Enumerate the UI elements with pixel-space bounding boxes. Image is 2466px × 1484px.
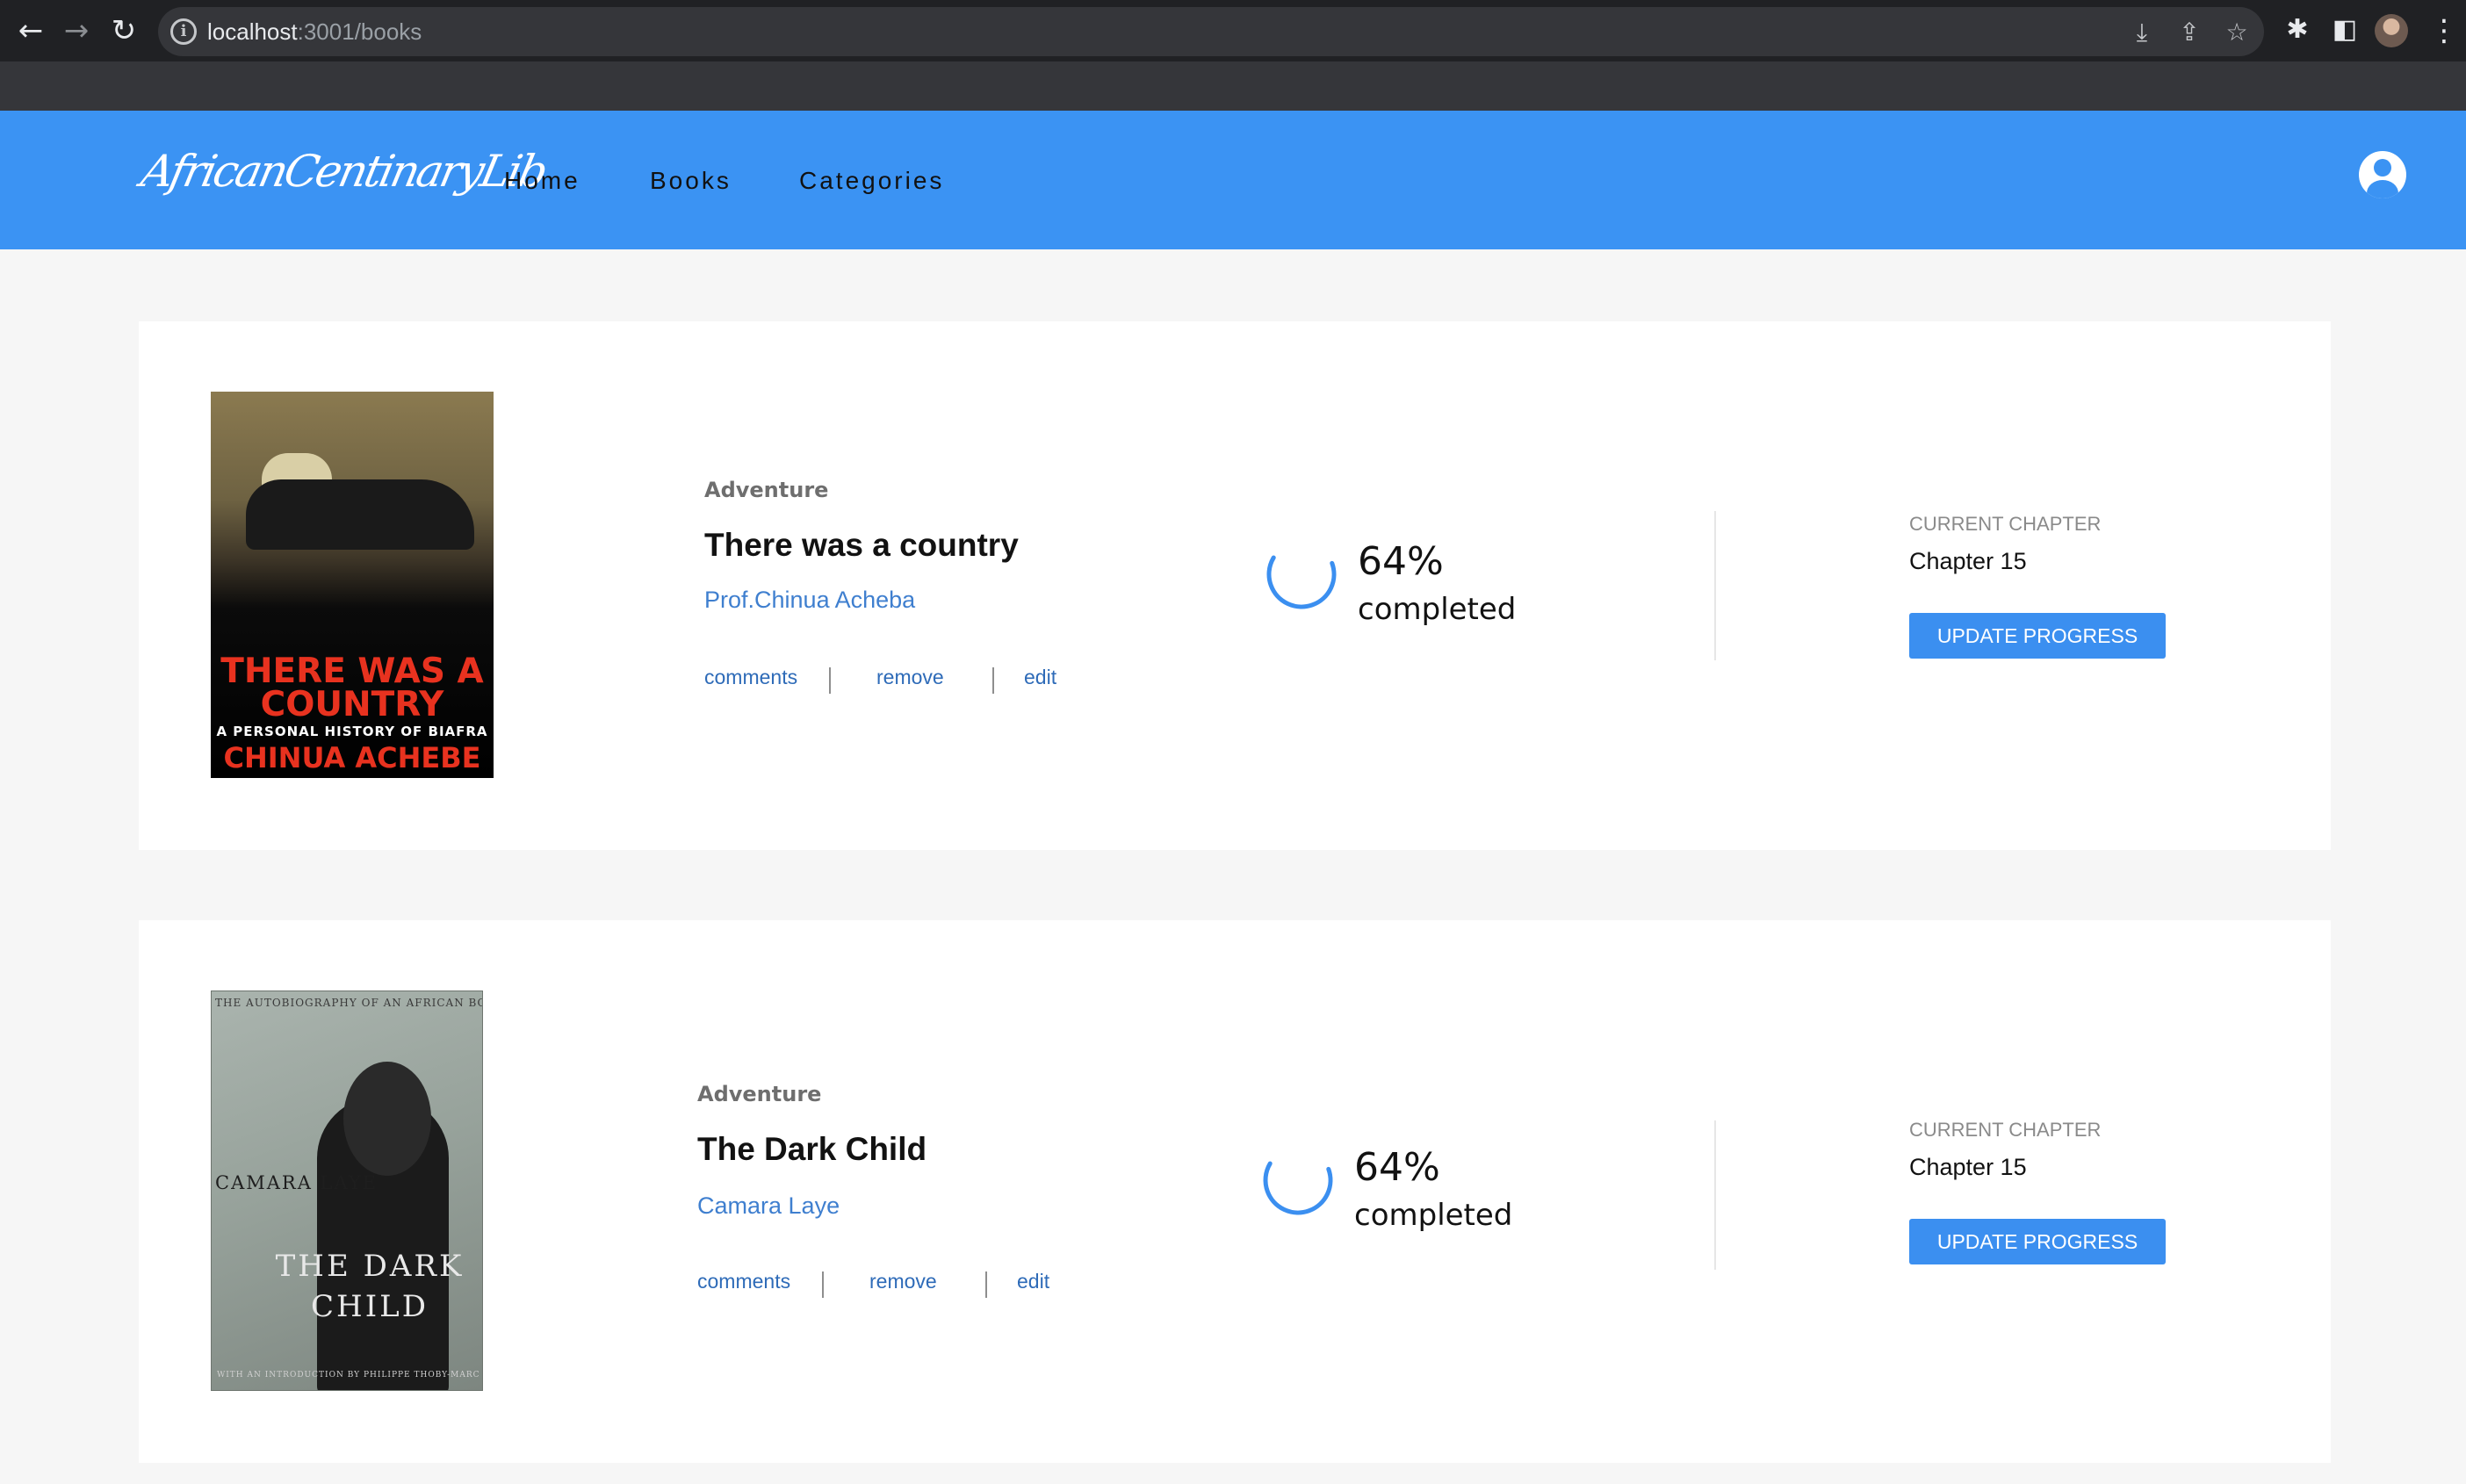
edit-link[interactable]: edit: [1024, 666, 1056, 689]
cover-title-text: THERE WAS A COUNTRY: [220, 652, 484, 724]
browser-chrome: ← → ↻ i localhost:3001/books ⤓ ⇪ ☆ ✱ ◧ ⋮: [0, 0, 2466, 111]
book-card: THERE WAS A COUNTRY A PERSONAL HISTORY O…: [139, 321, 2331, 850]
back-arrow-icon[interactable]: ←: [12, 12, 49, 49]
nav-books[interactable]: Books: [650, 167, 732, 195]
kebab-menu-icon[interactable]: ⋮: [2429, 12, 2459, 49]
book-author[interactable]: Camara Laye: [697, 1192, 840, 1220]
cover-title-text: THE DARK CHILD: [275, 1249, 465, 1324]
progress-completed-label: completed: [1358, 592, 1517, 627]
cover-author-text: CAMARA LAYE: [215, 1172, 379, 1193]
nav-categories[interactable]: Categories: [799, 167, 944, 195]
section-divider: [1714, 511, 1716, 660]
comments-link[interactable]: comments: [697, 1270, 790, 1293]
cover-subtitle-text: A PERSONAL HISTORY OF BIAFRA: [216, 724, 488, 739]
update-progress-button[interactable]: UPDATE PROGRESS: [1909, 1219, 2166, 1264]
nav-home[interactable]: Home: [504, 167, 580, 195]
progress-percent: 64%: [1358, 539, 1444, 584]
current-chapter-value: Chapter 15: [1909, 1154, 2027, 1180]
progress-ring: [1266, 539, 1337, 609]
book-card: THE AUTOBIOGRAPHY OF AN AFRICAN BOY CAMA…: [139, 920, 2331, 1463]
puzzle-icon[interactable]: ✱: [2280, 12, 2315, 47]
cover-tagline-text: THE AUTOBIOGRAPHY OF AN AFRICAN BOY: [215, 997, 483, 1009]
remove-link[interactable]: remove: [869, 1270, 937, 1293]
cover-credit-text: WITH AN INTRODUCTION BY PHILIPPE THOBY-M…: [217, 1371, 480, 1380]
share-icon[interactable]: ⇪: [2174, 18, 2204, 47]
current-chapter-value: Chapter 15: [1909, 548, 2027, 574]
browser-toolbar: ← → ↻ i localhost:3001/books ⤓ ⇪ ☆ ✱ ◧ ⋮: [0, 0, 2466, 61]
reload-icon[interactable]: ↻: [105, 12, 142, 49]
progress-ring: [1263, 1145, 1333, 1215]
remove-link[interactable]: remove: [876, 666, 944, 689]
book-genre: Adventure: [697, 1082, 822, 1106]
address-bar[interactable]: i localhost:3001/books ⤓ ⇪ ☆: [158, 7, 2264, 56]
profile-avatar[interactable]: [2375, 14, 2408, 47]
progress-percent: 64%: [1354, 1145, 1440, 1190]
book-title[interactable]: The Dark Child: [697, 1131, 927, 1168]
forward-arrow-icon[interactable]: →: [58, 12, 95, 49]
cover-author-text: CHINUA ACHEBE: [223, 741, 481, 774]
app-header: AfricanCentinaryLib Home Books Categorie…: [0, 111, 2466, 249]
side-panel-icon[interactable]: ◧: [2327, 12, 2362, 47]
book-genre: Adventure: [704, 478, 829, 502]
url-text[interactable]: localhost:3001/books: [207, 18, 422, 46]
action-divider: [985, 1271, 987, 1298]
section-divider: [1714, 1120, 1716, 1270]
book-title[interactable]: There was a country: [704, 527, 1019, 564]
comments-link[interactable]: comments: [704, 666, 797, 689]
current-chapter-label: CURRENT CHAPTER: [1909, 513, 2102, 535]
user-account-icon[interactable]: [2359, 151, 2406, 198]
book-cover-image[interactable]: THERE WAS A COUNTRY A PERSONAL HISTORY O…: [211, 392, 494, 778]
star-icon[interactable]: ☆: [2222, 18, 2252, 47]
update-progress-button[interactable]: UPDATE PROGRESS: [1909, 613, 2166, 659]
info-icon[interactable]: i: [170, 18, 197, 45]
action-divider: [829, 667, 831, 694]
action-divider: [992, 667, 994, 694]
action-divider: [822, 1271, 824, 1298]
book-cover-image[interactable]: THE AUTOBIOGRAPHY OF AN AFRICAN BOY CAMA…: [211, 991, 483, 1391]
edit-link[interactable]: edit: [1017, 1270, 1049, 1293]
install-icon[interactable]: ⤓: [2127, 18, 2157, 47]
progress-completed-label: completed: [1354, 1198, 1513, 1233]
app-logo[interactable]: AfricanCentinaryLib: [137, 146, 550, 197]
current-chapter-label: CURRENT CHAPTER: [1909, 1119, 2102, 1141]
book-author[interactable]: Prof.Chinua Acheba: [704, 587, 915, 614]
